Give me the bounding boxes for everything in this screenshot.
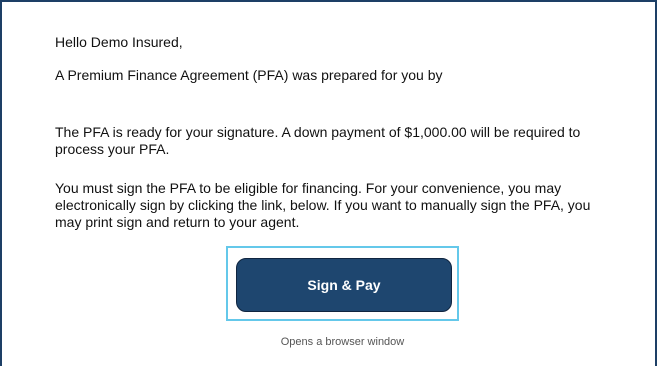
intro-text: A Premium Finance Agreement (PFA) was pr… [55,67,443,83]
greeting-text: Hello Demo Insured, [55,34,183,50]
opens-browser-hint: Opens a browser window [280,336,405,348]
sign-instructions-text: You must sign the PFA to be eligible for… [55,180,591,230]
sign-and-pay-button[interactable]: Sign & Pay [236,258,452,312]
ready-notice-text: The PFA is ready for your signature. A d… [55,124,581,157]
